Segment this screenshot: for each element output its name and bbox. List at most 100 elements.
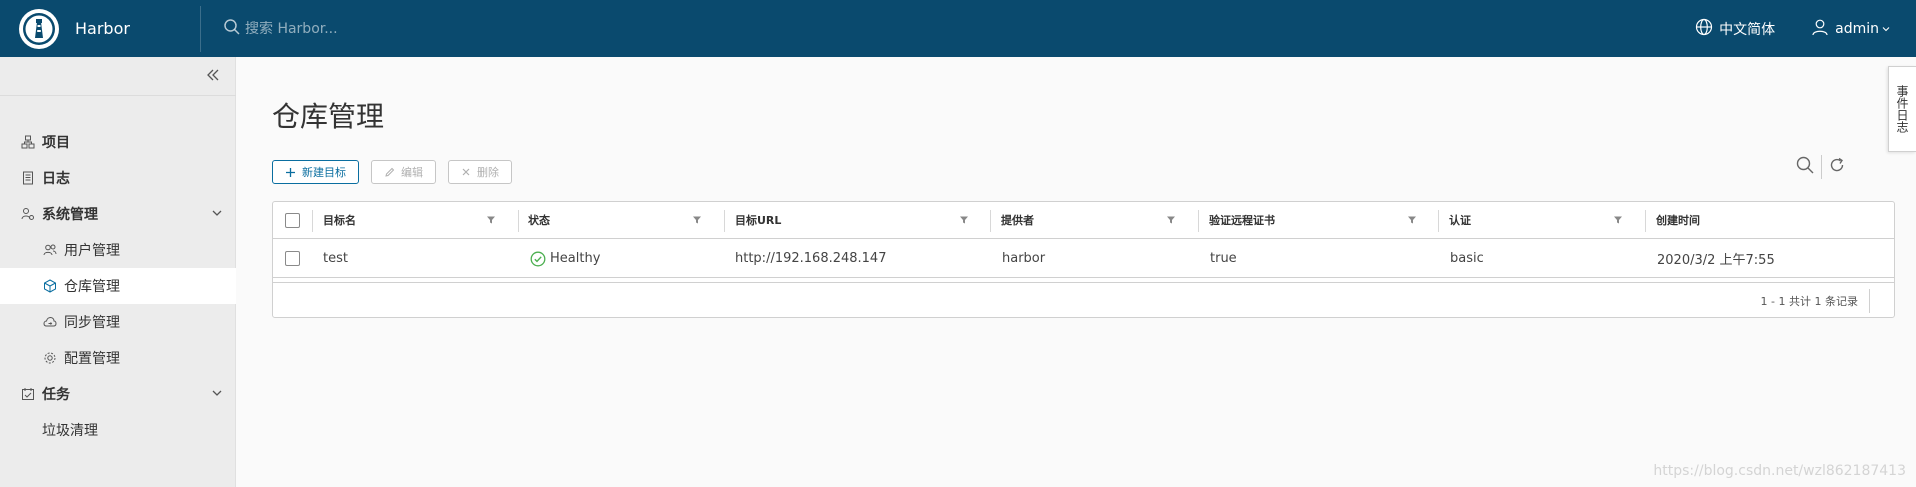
header-right: 中文简体 admin [1695,0,1916,57]
filter-icon[interactable] [1407,214,1417,229]
search-icon[interactable] [1795,155,1815,179]
user-name: admin [1835,20,1879,37]
sidebar-item-gc[interactable]: 垃圾清理 [0,412,236,448]
filter-icon[interactable] [1613,214,1623,229]
delete-button[interactable]: 删除 [448,160,512,184]
replication-icon [42,314,58,330]
sidebar-item-label: 用户管理 [64,243,120,259]
delete-label: 删除 [477,166,499,179]
users-icon [42,242,58,258]
search-input[interactable] [245,20,545,37]
refresh-icon[interactable] [1828,156,1846,178]
harbor-logo-icon [19,8,59,49]
column-separator [990,210,991,232]
gear-icon [42,350,58,366]
endpoints-table: 目标名 状态 目标URL 提供者 验证远程证书 认证 创建时间 test Hea… [272,201,1895,318]
new-endpoint-button[interactable]: 新建目标 [272,160,359,184]
column-separator [1438,210,1439,232]
tasks-icon [20,386,36,402]
cell-provider: harbor [1002,251,1046,266]
filter-icon[interactable] [692,214,702,229]
sidebar-divider [0,95,236,96]
cell-name: test [323,251,348,266]
column-header-status[interactable]: 状态 [528,202,550,238]
filter-icon[interactable] [959,214,969,229]
chevron-down-icon [210,386,224,404]
table-header: 目标名 状态 目标URL 提供者 验证远程证书 认证 创建时间 [273,202,1894,239]
sidebar-item-projects[interactable]: 项目 [0,124,236,160]
close-icon [461,167,471,177]
column-header-name[interactable]: 目标名 [323,202,356,238]
brand-name: Harbor [75,19,130,38]
brand[interactable]: Harbor [0,0,200,57]
column-header-auth[interactable]: 认证 [1449,202,1471,238]
chevron-down-icon [1882,21,1890,37]
sidebar-item-label: 仓库管理 [64,279,120,295]
row-checkbox[interactable] [285,251,300,266]
sidebar-item-label: 项目 [42,135,70,151]
sidebar-item-users[interactable]: 用户管理 [0,232,236,268]
footer-divider [1869,289,1870,313]
check-circle-icon [530,251,546,267]
cell-status: Healthy [530,240,600,277]
select-all-checkbox-cell [285,202,300,238]
toolbar: 新建目标 编辑 删除 [272,160,524,184]
filter-icon[interactable] [1166,214,1176,229]
column-separator [518,210,519,232]
global-search[interactable] [223,13,623,45]
column-header-provider[interactable]: 提供者 [1001,202,1034,238]
row-checkbox-cell [285,240,300,277]
chevron-down-icon [210,206,224,224]
sidebar-item-configuration[interactable]: 配置管理 [0,340,236,376]
column-separator [312,210,313,232]
collapse-sidebar-button[interactable] [203,65,223,85]
cell-verify: true [1210,251,1237,266]
globe-icon [1695,18,1713,40]
main-content: 仓库管理 新建目标 编辑 删除 目标名 状态 目标URL 提供者 验证远程证书 … [236,57,1916,487]
pencil-icon [384,167,395,178]
table-tools [1795,155,1846,179]
table-footer: 1 - 1 共计 1 条记录 [273,282,1894,318]
pagination-summary: 1 - 1 共计 1 条记录 [1760,295,1858,308]
sidebar-item-admin[interactable]: 系统管理 [0,196,236,232]
tool-divider [1821,155,1822,179]
sidebar-item-label: 日志 [42,171,70,187]
sidebar-item-label: 配置管理 [64,351,120,367]
column-header-url[interactable]: 目标URL [735,202,781,238]
top-header: Harbor 中文简体 admin [0,0,1916,57]
admin-icon [20,206,36,222]
sidebar-item-tasks[interactable]: 任务 [0,376,236,412]
user-icon [1811,18,1829,40]
new-endpoint-label: 新建目标 [302,166,346,179]
projects-icon [20,134,36,150]
sidebar-item-logs[interactable]: 日志 [0,160,236,196]
filter-icon[interactable] [486,214,496,229]
sidebar-item-label: 系统管理 [42,207,98,223]
logs-icon [20,170,36,186]
select-all-checkbox[interactable] [285,212,300,228]
language-selector[interactable]: 中文简体 [1695,18,1775,40]
user-menu[interactable]: admin [1811,18,1890,40]
cell-url: http://192.168.248.147 [735,251,887,266]
column-separator [1198,210,1199,232]
sidebar-item-replications[interactable]: 同步管理 [0,304,236,340]
header-divider [200,5,201,52]
sidebar-item-label: 任务 [42,387,70,403]
sidebar-item-label: 同步管理 [64,315,120,331]
search-icon [223,18,241,40]
cell-created: 2020/3/2 上午7:55 [1657,253,1775,268]
table-row[interactable]: test Healthy http://192.168.248.147 harb… [273,240,1894,278]
sidebar-item-label: 垃圾清理 [42,423,98,439]
column-separator [1645,210,1646,232]
column-header-created[interactable]: 创建时间 [1656,202,1700,238]
event-log-tab[interactable]: 事件日志 [1888,66,1916,152]
sidebar-item-registries[interactable]: 仓库管理 [0,268,236,304]
language-label: 中文简体 [1719,21,1776,38]
page-title: 仓库管理 [272,100,385,133]
sidebar: 项目 日志 系统管理 用户管理 仓库管理 同步管理 配置管理 任务 垃圾清理 [0,57,236,487]
plus-icon [285,167,296,178]
registry-icon [42,278,58,294]
edit-label: 编辑 [401,166,423,179]
edit-button[interactable]: 编辑 [371,160,436,184]
column-header-verify[interactable]: 验证远程证书 [1209,202,1275,238]
